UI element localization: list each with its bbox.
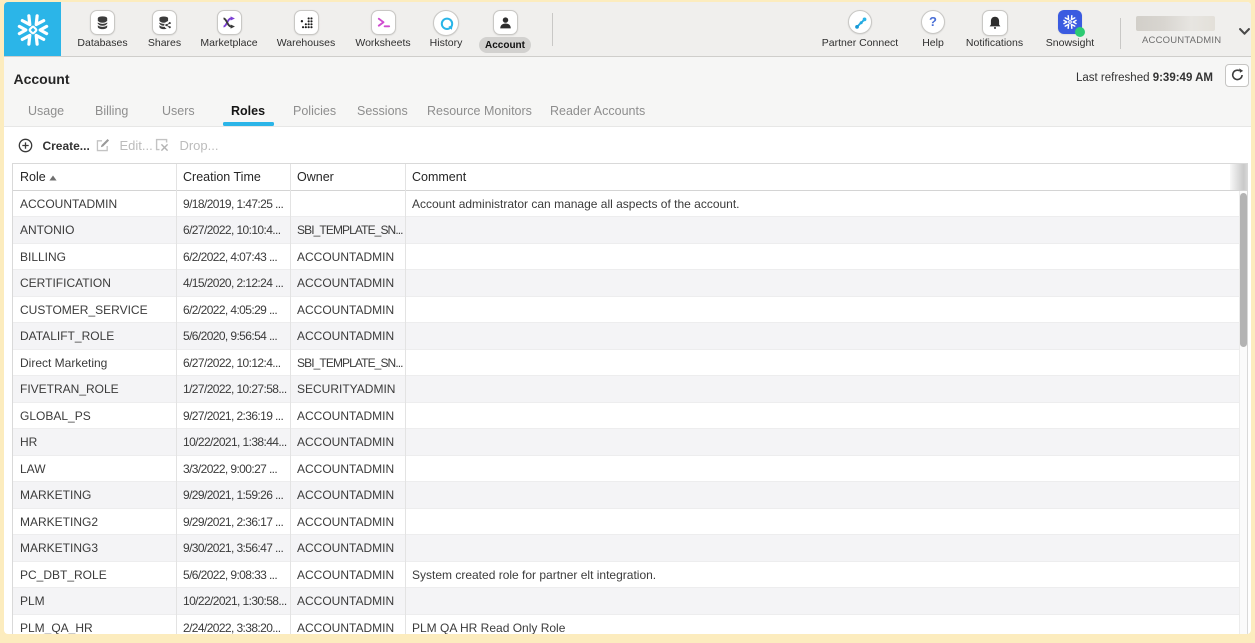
svg-text:?: ? — [929, 14, 937, 29]
